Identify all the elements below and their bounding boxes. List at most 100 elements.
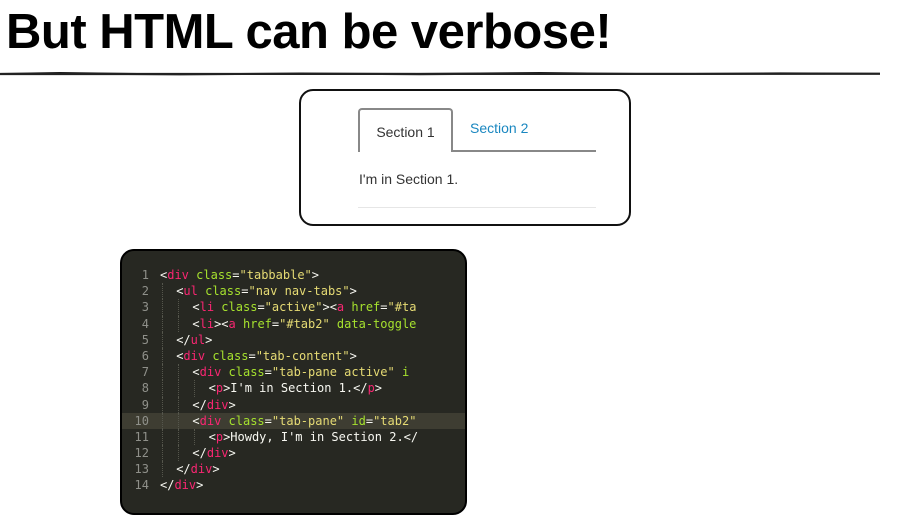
code-token: p <box>215 429 224 444</box>
tab-section-2[interactable]: Section 2 <box>470 108 528 148</box>
code-token: "active" <box>264 300 323 315</box>
indent-guide <box>162 380 163 397</box>
indent-guide <box>162 347 163 365</box>
code-text: </div> <box>160 477 203 493</box>
code-token: "tabbable" <box>239 268 312 282</box>
code-token: > <box>374 381 383 396</box>
tab-section-2-label: Section 2 <box>470 120 529 136</box>
indent-guide <box>162 412 163 429</box>
code-token: i <box>394 365 410 380</box>
code-token: >I'm in Section 1.</ <box>223 381 368 396</box>
indent-guide <box>178 299 180 316</box>
code-text: <li class="active"><a href="#ta <box>192 299 416 315</box>
code-text: </div> <box>192 445 235 461</box>
line-number: 2 <box>141 284 149 299</box>
tab-content-divider <box>358 207 596 208</box>
indent-guide <box>162 396 163 413</box>
code-token: < <box>192 365 200 380</box>
code-token: >< <box>322 300 337 315</box>
code-text: <div class="tab-pane" id="tab2" <box>192 413 416 429</box>
code-token: < <box>192 300 200 315</box>
code-lines: 1 <div class="tabbable"> 2 <ul class="nav n… <box>122 267 465 494</box>
code-token: p <box>367 381 375 396</box>
indent-guide <box>162 299 163 316</box>
indent-guide <box>178 428 180 446</box>
code-token: = <box>248 348 256 363</box>
code-token: a <box>228 316 236 331</box>
code-line: 13 </div> <box>122 461 465 478</box>
line-number: 8 <box>141 381 149 396</box>
code-token: "tab2" <box>373 413 417 428</box>
code-token: </ <box>192 397 207 412</box>
tabs-demo-panel: Section 1 Section 2 I'm in Section 1. <box>299 89 631 226</box>
code-text: <div class="tab-pane active" i <box>192 364 409 380</box>
code-token: >< <box>214 316 229 331</box>
indent-guide <box>162 445 163 462</box>
code-token: > <box>212 462 220 477</box>
code-text: <div class="tabbable"> <box>160 267 319 283</box>
code-text: <p>I'm in Section 1.</p> <box>209 380 382 396</box>
indent-guide <box>162 283 163 300</box>
code-token: = <box>264 413 272 428</box>
line-number: 7 <box>141 365 149 380</box>
code-token: li <box>199 316 215 331</box>
code-token: ul <box>183 284 198 299</box>
code-token: < <box>208 381 216 396</box>
code-token: </ <box>176 462 191 477</box>
code-line: 8 <p>I'm in Section 1.</p> <box>122 380 465 397</box>
code-line: 5 </ul> <box>122 331 465 348</box>
code-token: class <box>221 413 265 428</box>
tab-section-1-label: Section 1 <box>376 124 435 140</box>
code-text: </div> <box>192 397 235 413</box>
line-number: 9 <box>141 397 149 412</box>
indent-guide <box>162 364 163 381</box>
indent-guide <box>162 331 163 348</box>
code-text: </ul> <box>176 332 212 348</box>
code-token: class <box>221 365 265 380</box>
code-text: <ul class="nav nav-tabs"> <box>176 283 357 299</box>
nav-tabs: Section 1 Section 2 <box>358 108 596 152</box>
code-token: "#ta <box>387 300 417 315</box>
code-token: "tab-pane active" <box>271 365 395 380</box>
code-token: div <box>199 413 222 428</box>
line-number: 1 <box>141 268 149 282</box>
code-token: < <box>192 316 200 331</box>
code-token: href <box>344 300 381 315</box>
code-token: div <box>199 365 222 380</box>
code-line: 12 </div> <box>122 445 465 462</box>
code-token: "tab-content" <box>255 348 350 363</box>
code-token: </ <box>192 446 207 461</box>
indent-guide <box>178 445 180 462</box>
line-number: 6 <box>141 348 149 363</box>
line-number: 3 <box>141 300 149 315</box>
code-line: 14 </div> <box>122 477 465 493</box>
tab-pane-text: I'm in Section 1. <box>359 171 459 187</box>
code-text: <p>Howdy, I'm in Section 2.</ <box>209 429 419 445</box>
code-token: div <box>174 478 197 493</box>
code-token: = <box>365 413 374 428</box>
indent-guide <box>178 412 180 429</box>
code-token: li <box>199 300 215 315</box>
code-token: > <box>349 284 357 299</box>
code-token: </ <box>176 332 191 347</box>
indent-guide <box>178 315 180 332</box>
code-token: div <box>167 268 189 282</box>
code-token: "tab-pane" <box>271 413 345 428</box>
code-text: </div> <box>176 461 219 477</box>
indent-guide <box>162 461 163 478</box>
code-token: id <box>344 413 366 428</box>
code-token: > <box>311 268 319 282</box>
line-number: 5 <box>141 332 149 347</box>
code-token: = <box>232 268 240 282</box>
line-number: 10 <box>134 413 149 428</box>
slide-title: But HTML can be verbose! <box>6 5 612 59</box>
code-line: 6 <div class="tab-content"> <box>122 347 465 365</box>
code-text: <li><a href="#tab2" data-toggle <box>192 316 416 332</box>
code-token: div <box>183 348 206 363</box>
code-token: p <box>215 381 224 396</box>
title-divider <box>0 72 880 76</box>
code-line: 11 <p>Howdy, I'm in Section 2.</ <box>122 428 465 446</box>
code-token: href <box>235 316 272 331</box>
code-token: div <box>206 397 229 412</box>
tab-section-1[interactable]: Section 1 <box>358 108 453 152</box>
